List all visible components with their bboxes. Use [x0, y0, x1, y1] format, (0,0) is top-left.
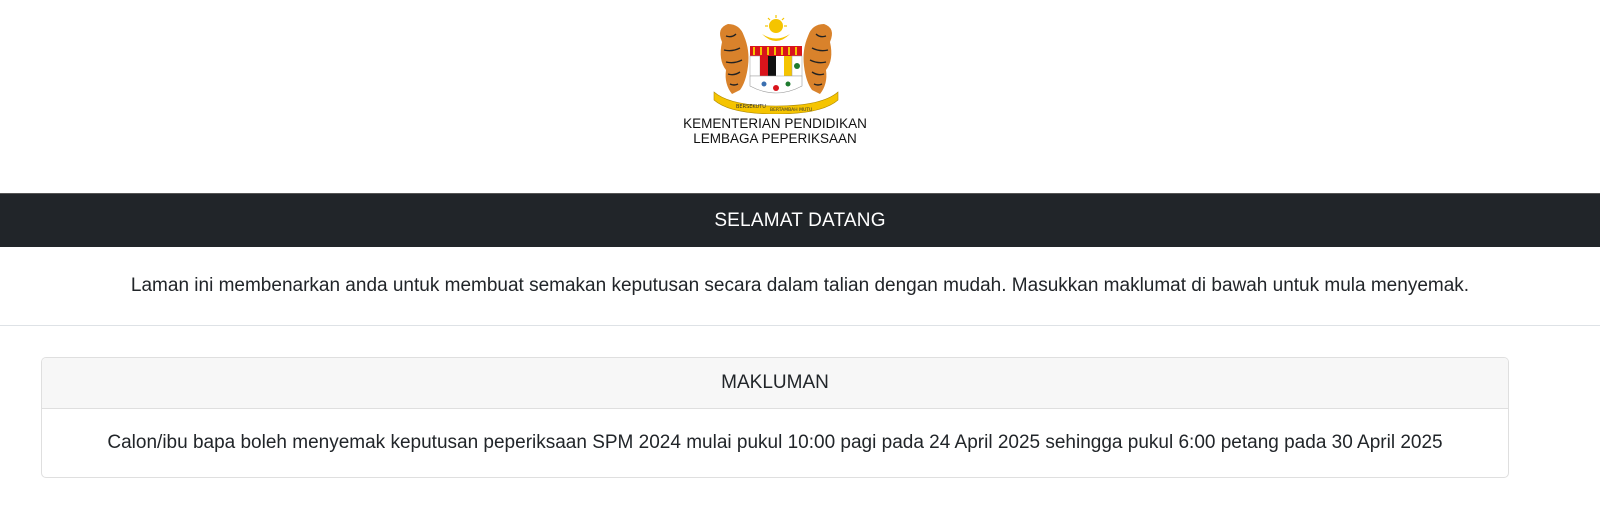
notice-card-header: MAKLUMAN — [42, 358, 1508, 409]
org-name-line2: LEMBAGA PEPERIKSAAN — [693, 131, 857, 146]
notice-card: MAKLUMAN Calon/ibu bapa boleh menyemak k… — [41, 357, 1509, 478]
svg-text:BERTAMBAH MUTU: BERTAMBAH MUTU — [770, 107, 812, 113]
malaysia-coat-of-arms-icon: BERSEKUTU BERTAMBAH MUTU — [713, 15, 839, 114]
welcome-banner: SELAMAT DATANG — [0, 193, 1600, 247]
notice-card-text: Calon/ibu bapa boleh menyemak keputusan … — [107, 432, 1443, 453]
svg-text:BERSEKUTU: BERSEKUTU — [736, 104, 766, 110]
welcome-title: SELAMAT DATANG — [714, 209, 886, 231]
intro-section: Laman ini membenarkan anda untuk membuat… — [0, 246, 1600, 326]
org-name-line1: KEMENTERIAN PENDIDIKAN — [683, 116, 867, 131]
notice-card-title: MAKLUMAN — [721, 372, 829, 393]
intro-text: Laman ini membenarkan anda untuk membuat… — [130, 274, 1470, 296]
notice-card-body: Calon/ibu bapa boleh menyemak keputusan … — [42, 409, 1508, 477]
page-header: BERSEKUTU BERTAMBAH MUTU KEMENTERIAN PEN… — [0, 0, 1600, 192]
